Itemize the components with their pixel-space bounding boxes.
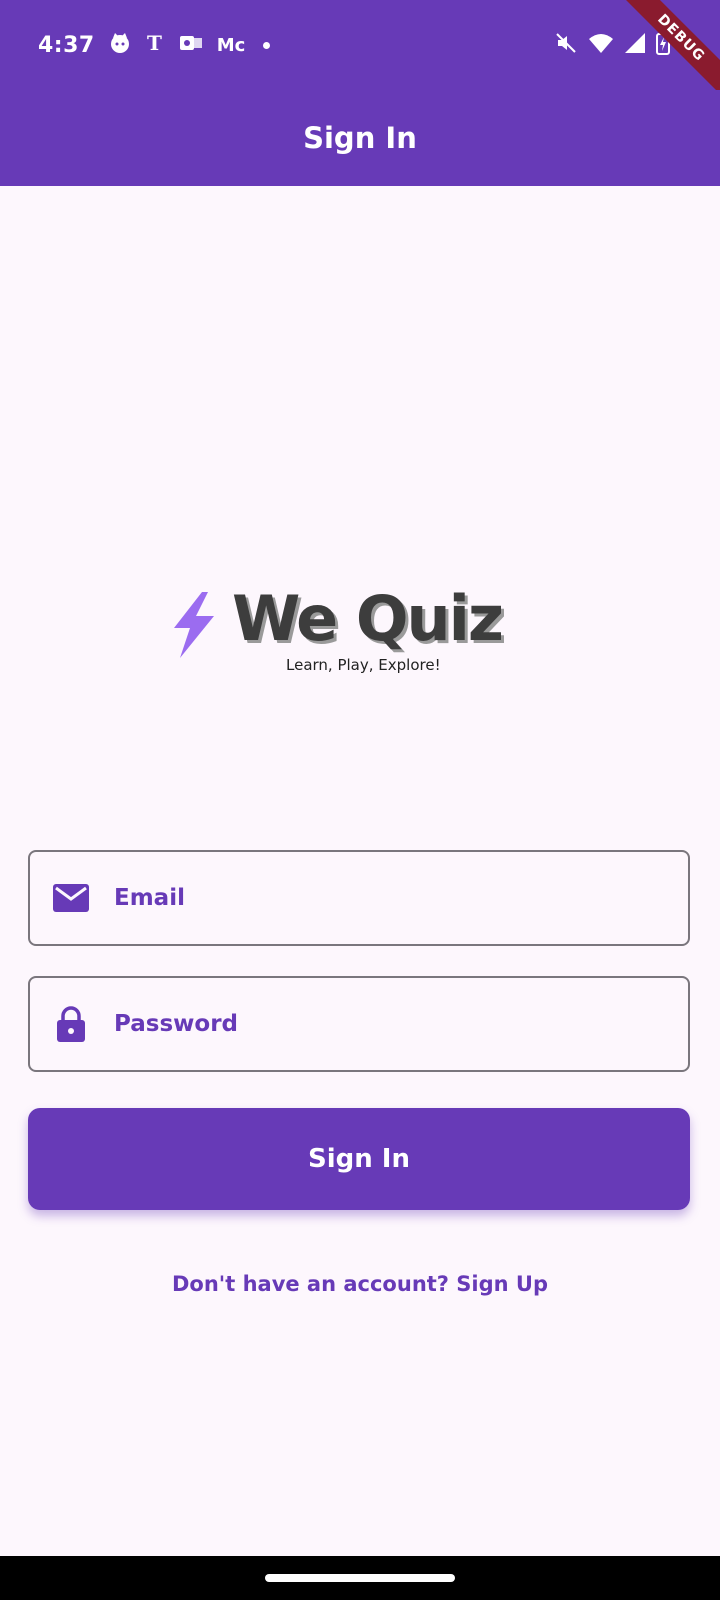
status-left: 4:37 T Mc (38, 30, 271, 60)
navigation-bar (0, 1556, 720, 1600)
notification-text: Mc (216, 34, 246, 56)
sign-up-link[interactable]: Don't have an account? Sign Up (0, 1272, 720, 1296)
logo-tagline: Learn, Play, Explore! (286, 656, 441, 674)
sign-in-button[interactable]: Sign In (28, 1108, 690, 1210)
password-input[interactable] (112, 1010, 688, 1038)
clock: 4:37 (38, 32, 95, 58)
email-field[interactable] (28, 850, 690, 946)
outlook-icon (179, 32, 203, 58)
app-logo: We Quiz Learn, Play, Explore! (166, 582, 526, 678)
password-field[interactable] (28, 976, 690, 1072)
lightning-bolt-icon (166, 592, 218, 662)
app-bar: Sign In (0, 90, 720, 186)
nyt-icon: T (145, 31, 165, 58)
email-input[interactable] (112, 884, 688, 912)
debug-ribbon-label: DEBUG (619, 0, 720, 100)
email-icon (52, 879, 90, 917)
svg-text:T: T (147, 32, 162, 54)
home-gesture-handle[interactable] (265, 1574, 455, 1582)
page-title: Sign In (303, 121, 417, 155)
lock-icon (52, 1005, 90, 1043)
cat-icon (109, 32, 131, 58)
more-notifications-dot (263, 41, 271, 49)
mute-icon (554, 31, 578, 59)
logo-title: We Quiz (232, 582, 504, 655)
